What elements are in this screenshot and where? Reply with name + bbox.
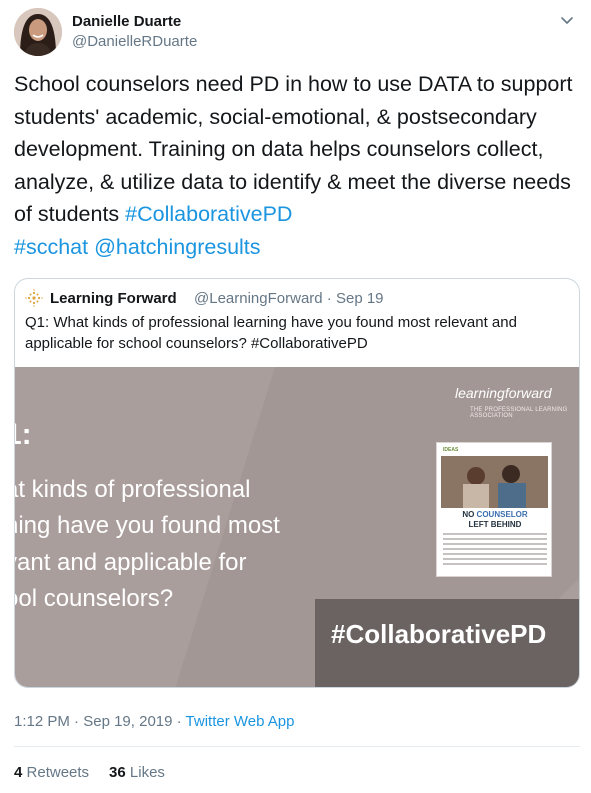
tweet-header: Danielle Duarte @DanielleRDuarte xyxy=(14,8,581,58)
quoted-text: Q1: What kinds of professional learning … xyxy=(25,314,517,352)
magazine-title: NO COUNSELOR LEFT BEHIND xyxy=(437,510,553,529)
tweet-timestamp: 1:12 PM · Sep 19, 2019 · Twitter Web App xyxy=(14,713,295,730)
retweets-count: 4 xyxy=(14,764,23,781)
likes-stat[interactable]: 36 Likes xyxy=(109,764,165,781)
retweets-label: Retweets xyxy=(26,764,90,781)
quoted-author-meta: @LearningForward · Sep 19 xyxy=(194,290,384,307)
magazine-title-no: NO xyxy=(462,510,475,519)
quoted-author-name[interactable]: Learning Forward xyxy=(50,290,177,307)
learning-forward-logo-icon xyxy=(25,289,43,307)
media-question: 1: at kinds of professional ning have yo… xyxy=(15,417,280,618)
source-app-link[interactable]: Twitter Web App xyxy=(186,713,295,730)
tweet-time[interactable]: 1:12 PM xyxy=(14,713,70,730)
quoted-media-image[interactable]: learningforward THE PROFESSIONAL LEARNIN… xyxy=(15,367,579,687)
media-tagline: THE PROFESSIONAL LEARNING ASSOCIATION xyxy=(470,407,568,419)
divider xyxy=(14,746,580,747)
hashtag-link[interactable]: #scchat xyxy=(14,235,88,259)
magazine-photo xyxy=(441,456,548,508)
quoted-date[interactable]: Sep 19 xyxy=(336,290,384,307)
mention-link[interactable]: @hatchingresults xyxy=(94,235,260,259)
media-brand: learningforward xyxy=(455,385,552,401)
media-question-line: at kinds of professional xyxy=(15,475,251,503)
media-question-line: ool counselors? xyxy=(15,585,174,612)
retweets-stat[interactable]: 4 Retweets xyxy=(14,764,89,781)
likes-label: Likes xyxy=(129,764,165,781)
chevron-down-icon[interactable] xyxy=(559,12,575,28)
likes-count: 36 xyxy=(109,764,126,781)
tweet-body: School counselors need PD in how to use … xyxy=(14,72,573,226)
author-name[interactable]: Danielle Duarte xyxy=(72,13,181,30)
tweet-date[interactable]: Sep 19, 2019 xyxy=(83,713,172,730)
media-question-line: ning have you found most xyxy=(15,512,280,539)
magazine-label: IDEAS xyxy=(443,447,459,453)
separator: · xyxy=(176,713,182,730)
magazine-text-lines xyxy=(443,533,547,568)
magazine-title-left-behind: LEFT BEHIND xyxy=(468,519,522,529)
magazine-cover: IDEAS NO COUNSELOR LEFT BEHIND xyxy=(436,442,552,577)
quoted-tweet[interactable]: Learning Forward @LearningForward · Sep … xyxy=(14,278,580,688)
tweet-text: School counselors need PD in how to use … xyxy=(14,68,580,263)
tweet-stats: 4 Retweets 36 Likes xyxy=(14,764,165,781)
magazine-title-counselor: COUNSELOR xyxy=(476,510,528,519)
quoted-author-handle[interactable]: @LearningForward xyxy=(194,290,323,307)
media-hashtag: #CollaborativePD xyxy=(331,619,547,649)
media-question-line: vant and applicable for xyxy=(15,548,247,576)
hashtag-link[interactable]: #CollaborativePD xyxy=(125,202,292,226)
separator: · xyxy=(326,290,332,307)
media-question-title: 1: xyxy=(15,418,32,451)
separator: · xyxy=(74,713,80,730)
author-handle[interactable]: @DanielleRDuarte xyxy=(72,33,197,50)
author-avatar[interactable] xyxy=(14,8,62,56)
